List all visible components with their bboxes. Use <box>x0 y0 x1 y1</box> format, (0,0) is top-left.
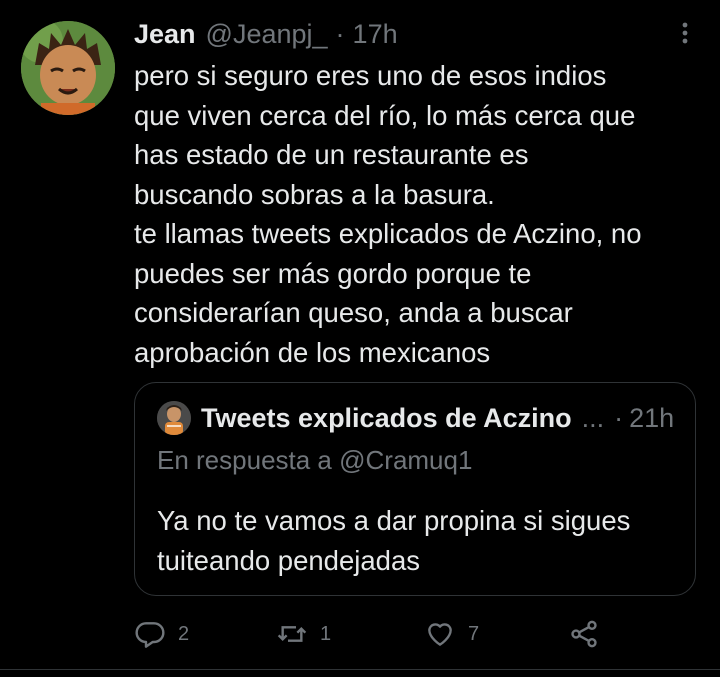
more-options-button[interactable] <box>672 18 698 48</box>
tweet[interactable]: Jean @Jeanpj_ · 17h pero si seguro eres … <box>0 0 720 677</box>
like-count: 7 <box>468 622 480 645</box>
tweet-text: pero si seguro eres uno de esos indios q… <box>134 60 642 368</box>
reply-count: 2 <box>178 622 190 645</box>
tweet-header: Jean @Jeanpj_ · 17h <box>134 14 398 54</box>
header-separator: · <box>335 18 345 49</box>
quoted-author-avatar[interactable] <box>157 401 191 435</box>
quoted-reply-context: En respuesta a @Cramuq1 <box>157 445 473 475</box>
reply-button[interactable]: 2 <box>134 612 189 656</box>
like-button[interactable]: 7 <box>424 612 479 656</box>
quoted-name-truncation: ... <box>581 402 605 433</box>
quoted-tweet-timestamp[interactable]: 21h <box>629 403 674 434</box>
quoted-header-separator: · <box>614 402 624 433</box>
author-avatar[interactable] <box>21 21 115 115</box>
retweet-button[interactable]: 1 <box>276 612 331 656</box>
quoted-tweet-text: Ya no te vamos a dar propina si sigues t… <box>157 505 631 576</box>
tweet-actions-bar: 2 1 7 <box>134 612 614 656</box>
retweet-icon <box>277 626 307 642</box>
quoted-tweet[interactable]: Tweets explicados de Aczino ... · 21h En… <box>134 382 696 596</box>
quoted-tweet-header: Tweets explicados de Aczino ... · 21h <box>201 398 674 438</box>
tweet-timestamp[interactable]: 17h <box>353 19 398 50</box>
heart-icon <box>428 623 452 646</box>
author-handle[interactable]: @Jeanpj_ <box>206 19 328 50</box>
quoted-author-name[interactable]: Tweets explicados de Aczino <box>201 403 572 434</box>
quoted-avatar-image <box>157 401 191 435</box>
tweet-divider <box>0 669 720 670</box>
more-vertical-icon <box>682 22 688 44</box>
avatar-image <box>21 21 115 115</box>
reply-icon <box>135 622 165 648</box>
retweet-count: 1 <box>320 622 332 645</box>
author-name[interactable]: Jean <box>134 19 196 50</box>
share-icon <box>571 620 597 648</box>
share-button[interactable] <box>568 612 600 656</box>
